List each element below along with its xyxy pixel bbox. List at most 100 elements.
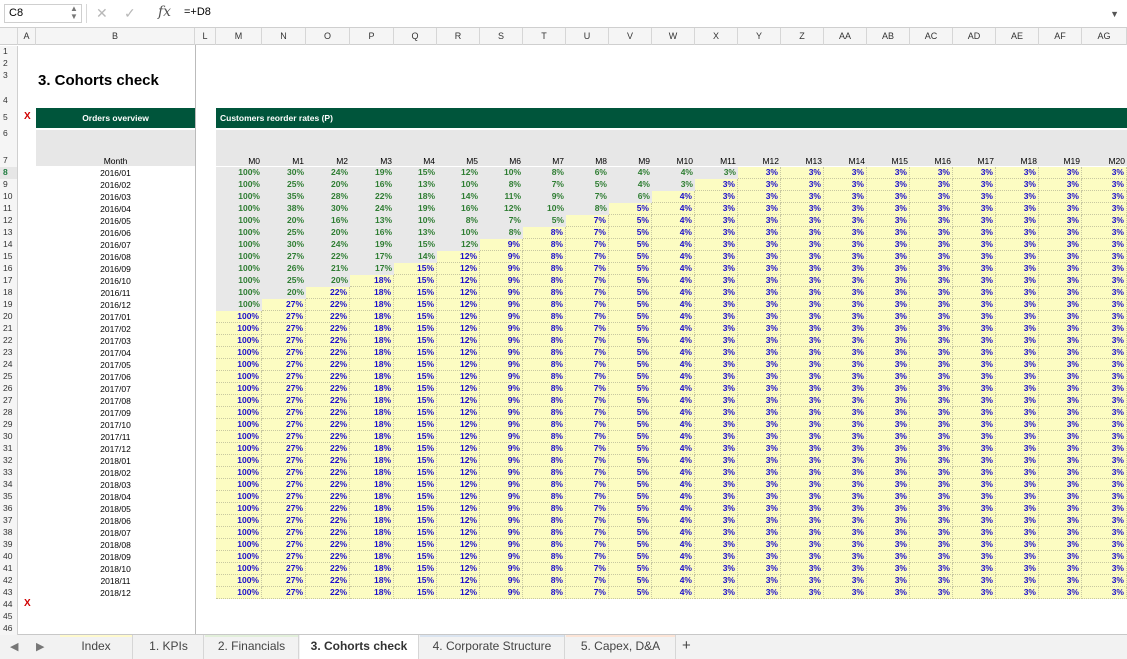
rate-cell[interactable]: 8% xyxy=(523,479,566,491)
rate-cell[interactable]: 3% xyxy=(781,287,824,299)
rate-cell[interactable]: 3% xyxy=(781,491,824,503)
rate-cell[interactable]: 9% xyxy=(480,575,523,587)
rate-cell[interactable]: 3% xyxy=(738,335,781,347)
rate-cell[interactable]: 3% xyxy=(1039,287,1082,299)
rate-cell[interactable]: 14% xyxy=(437,191,480,203)
rate-cell[interactable]: 3% xyxy=(738,347,781,359)
rate-cell[interactable]: 18% xyxy=(350,479,394,491)
rate-cell[interactable]: 12% xyxy=(437,275,480,287)
rate-cell[interactable]: 4% xyxy=(652,311,695,323)
rate-cell[interactable]: 18% xyxy=(350,371,394,383)
rate-cell[interactable]: 3% xyxy=(910,371,953,383)
rate-cell[interactable]: 3% xyxy=(910,443,953,455)
rate-cell[interactable]: 3% xyxy=(824,551,867,563)
rate-cell[interactable]: 7% xyxy=(566,275,609,287)
rate-cell[interactable]: 3% xyxy=(996,539,1039,551)
column-header-n[interactable]: N xyxy=(262,28,306,45)
rate-cell[interactable]: 3% xyxy=(867,215,910,227)
rate-cell[interactable]: 3% xyxy=(867,395,910,407)
rate-cell[interactable]: 7% xyxy=(566,467,609,479)
rate-cell[interactable]: 3% xyxy=(738,539,781,551)
rate-cell[interactable]: 3% xyxy=(953,179,996,191)
rate-cell[interactable]: 3% xyxy=(1082,539,1127,551)
rate-cell[interactable]: 3% xyxy=(695,419,738,431)
rate-cell[interactable]: 12% xyxy=(437,359,480,371)
tab-4-corporate-structure[interactable]: 4. Corporate Structure xyxy=(420,635,565,659)
rate-cell[interactable]: 18% xyxy=(350,275,394,287)
rate-cell[interactable]: 22% xyxy=(306,299,350,311)
rate-cell[interactable]: 3% xyxy=(695,515,738,527)
rate-cell[interactable]: 15% xyxy=(394,563,437,575)
rate-cell[interactable]: 7% xyxy=(566,371,609,383)
rate-cell[interactable]: 3% xyxy=(910,251,953,263)
rate-cell[interactable]: 7% xyxy=(566,575,609,587)
rate-cell[interactable]: 3% xyxy=(867,575,910,587)
rate-cell[interactable]: 3% xyxy=(781,503,824,515)
rate-cell[interactable]: 12% xyxy=(437,383,480,395)
rate-cell[interactable]: 3% xyxy=(781,539,824,551)
rate-cell[interactable]: 3% xyxy=(953,167,996,179)
rate-cell[interactable]: 100% xyxy=(216,443,262,455)
rate-cell[interactable]: 3% xyxy=(1082,359,1127,371)
rate-cell[interactable]: 18% xyxy=(350,551,394,563)
rate-cell[interactable]: 3% xyxy=(1039,491,1082,503)
column-header-aa[interactable]: AA xyxy=(824,28,867,45)
rate-cell[interactable]: 3% xyxy=(1039,479,1082,491)
rate-cell[interactable]: 5% xyxy=(609,527,652,539)
rate-cell[interactable]: 20% xyxy=(306,179,350,191)
rate-cell[interactable]: 7% xyxy=(566,347,609,359)
rate-cell[interactable]: 13% xyxy=(394,179,437,191)
row-header-22[interactable]: 22 xyxy=(0,335,18,347)
rate-cell[interactable]: 8% xyxy=(523,311,566,323)
rate-cell[interactable]: 3% xyxy=(738,395,781,407)
rate-cell[interactable]: 4% xyxy=(652,191,695,203)
rate-cell[interactable]: 3% xyxy=(953,287,996,299)
rate-cell[interactable]: 3% xyxy=(996,587,1039,599)
rate-cell[interactable]: 8% xyxy=(523,383,566,395)
row-header-37[interactable]: 37 xyxy=(0,515,18,527)
row-header-21[interactable]: 21 xyxy=(0,323,18,335)
rate-cell[interactable]: 3% xyxy=(695,371,738,383)
rate-cell[interactable]: 7% xyxy=(566,311,609,323)
column-header-ac[interactable]: AC xyxy=(910,28,953,45)
row-header-23[interactable]: 23 xyxy=(0,347,18,359)
rate-cell[interactable]: 22% xyxy=(306,395,350,407)
rate-cell[interactable]: 3% xyxy=(867,167,910,179)
rate-cell[interactable]: 7% xyxy=(566,323,609,335)
row-header-28[interactable]: 28 xyxy=(0,407,18,419)
rate-cell[interactable]: 22% xyxy=(306,515,350,527)
rate-cell[interactable]: 8% xyxy=(523,539,566,551)
rate-cell[interactable]: 5% xyxy=(609,395,652,407)
rate-cell[interactable]: 3% xyxy=(824,431,867,443)
rate-cell[interactable]: 3% xyxy=(695,503,738,515)
rate-cell[interactable]: 3% xyxy=(1082,311,1127,323)
rate-cell[interactable]: 3% xyxy=(824,443,867,455)
rate-cell[interactable]: 3% xyxy=(867,419,910,431)
rate-cell[interactable]: 3% xyxy=(738,167,781,179)
rate-cell[interactable]: 100% xyxy=(216,359,262,371)
rate-cell[interactable]: 38% xyxy=(262,203,306,215)
rate-cell[interactable]: 3% xyxy=(738,191,781,203)
rate-cell[interactable]: 15% xyxy=(394,407,437,419)
rate-cell[interactable]: 3% xyxy=(781,167,824,179)
rate-cell[interactable]: 3% xyxy=(738,443,781,455)
rate-cell[interactable]: 7% xyxy=(566,287,609,299)
rate-cell[interactable]: 7% xyxy=(566,335,609,347)
rate-cell[interactable]: 22% xyxy=(306,587,350,599)
rate-cell[interactable]: 3% xyxy=(867,383,910,395)
rate-cell[interactable]: 16% xyxy=(437,203,480,215)
rate-cell[interactable]: 3% xyxy=(910,167,953,179)
rate-cell[interactable]: 27% xyxy=(262,563,306,575)
rate-cell[interactable]: 100% xyxy=(216,479,262,491)
rate-cell[interactable]: 5% xyxy=(566,179,609,191)
rate-cell[interactable]: 3% xyxy=(910,263,953,275)
rate-cell[interactable]: 3% xyxy=(953,227,996,239)
rate-cell[interactable]: 3% xyxy=(738,311,781,323)
rate-cell[interactable]: 3% xyxy=(695,563,738,575)
rate-cell[interactable]: 3% xyxy=(1039,455,1082,467)
rate-cell[interactable]: 15% xyxy=(394,539,437,551)
rate-cell[interactable]: 3% xyxy=(695,287,738,299)
rate-cell[interactable]: 3% xyxy=(867,407,910,419)
rate-cell[interactable]: 12% xyxy=(437,263,480,275)
rate-cell[interactable]: 3% xyxy=(738,407,781,419)
